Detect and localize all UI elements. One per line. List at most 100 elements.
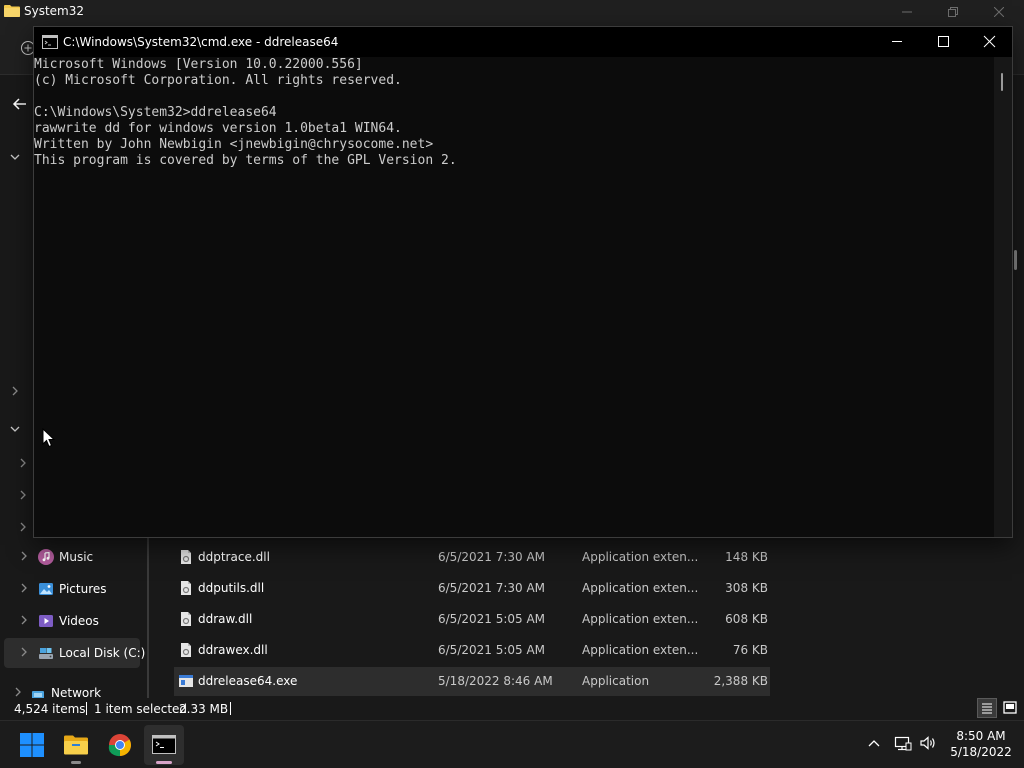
explorer-restore-button[interactable] bbox=[930, 2, 976, 24]
nav-item-label: Network bbox=[51, 686, 102, 698]
console-line: C:\Windows\System32>ddrelease64 bbox=[34, 105, 277, 120]
cmd-window: C:\Windows\System32\cmd.exe - ddrelease6… bbox=[34, 27, 1012, 537]
close-icon bbox=[983, 35, 996, 48]
close-icon bbox=[993, 6, 1005, 18]
cmd-maximize-button[interactable] bbox=[920, 27, 966, 57]
cmd-scrollbar[interactable] bbox=[994, 57, 1012, 537]
file-date: 5/18/2022 8:46 AM bbox=[438, 674, 553, 688]
nav-item-network[interactable]: Network bbox=[4, 678, 140, 698]
file-size: 76 KB bbox=[732, 643, 768, 657]
file-size: 308 KB bbox=[725, 581, 768, 595]
file-row-selected[interactable]: ddrelease64.exe 5/18/2022 8:46 AM Applic… bbox=[174, 667, 770, 696]
start-button[interactable] bbox=[12, 725, 52, 765]
file-row[interactable]: ddputils.dll 6/5/2021 7:30 AM Applicatio… bbox=[174, 574, 770, 603]
file-name: ddrawex.dll bbox=[198, 643, 268, 657]
dll-file-icon bbox=[181, 550, 191, 564]
videos-icon bbox=[39, 615, 53, 627]
file-row[interactable]: ddraw.dll 6/5/2021 5:05 AM Application e… bbox=[174, 605, 770, 634]
explorer-titlebar[interactable]: System32 bbox=[0, 0, 1024, 26]
running-indicator bbox=[71, 761, 81, 764]
chrome-taskbar-button[interactable] bbox=[100, 725, 140, 765]
nav-item-music[interactable]: Music bbox=[4, 542, 140, 572]
maximize-icon bbox=[938, 36, 949, 47]
cmd-titlebar[interactable]: C:\Windows\System32\cmd.exe - ddrelease6… bbox=[34, 27, 1012, 57]
details-view-icon bbox=[982, 703, 992, 714]
chevron-down-icon[interactable] bbox=[8, 150, 22, 164]
chevron-right-icon[interactable] bbox=[8, 384, 22, 398]
file-name: ddraw.dll bbox=[198, 612, 253, 626]
explorer-close-button[interactable] bbox=[976, 2, 1022, 24]
explorer-window-title: System32 bbox=[24, 4, 85, 18]
status-separator bbox=[230, 702, 231, 715]
dll-file-icon bbox=[181, 643, 191, 657]
folder-icon bbox=[4, 5, 20, 17]
file-name: ddptrace.dll bbox=[198, 550, 270, 564]
chevron-right-icon[interactable] bbox=[18, 646, 30, 658]
cmd-taskbar-button[interactable] bbox=[144, 725, 184, 765]
console-line: Microsoft Windows [Version 10.0.22000.55… bbox=[34, 57, 363, 72]
cmd-close-button[interactable] bbox=[966, 27, 1012, 57]
file-type: Application exten... bbox=[582, 643, 699, 657]
minimize-icon bbox=[892, 41, 902, 42]
restore-icon bbox=[948, 7, 958, 17]
file-row[interactable]: ddrawex.dll 6/5/2021 5:05 AM Application… bbox=[174, 636, 770, 665]
chevron-right-icon[interactable] bbox=[16, 456, 30, 470]
windows-logo-icon bbox=[20, 733, 44, 757]
network-icon bbox=[32, 691, 44, 698]
nav-item-videos[interactable]: Videos bbox=[4, 606, 140, 636]
chevron-right-icon[interactable] bbox=[16, 520, 30, 534]
chevron-right-icon[interactable] bbox=[18, 550, 30, 562]
explorer-minimize-button[interactable] bbox=[884, 2, 930, 24]
taskbar-clock-date[interactable]: 5/18/2022 bbox=[946, 745, 1016, 759]
console-line: (c) Microsoft Corporation. All rights re… bbox=[34, 73, 402, 88]
show-hidden-icons-chevron-up-icon[interactable] bbox=[866, 735, 882, 751]
dll-file-icon bbox=[181, 612, 191, 626]
dll-file-icon bbox=[181, 581, 191, 595]
chevron-right-icon[interactable] bbox=[16, 488, 30, 502]
volume-icon[interactable] bbox=[919, 735, 937, 751]
file-type: Application bbox=[582, 674, 650, 688]
explorer-scrollbar-thumb[interactable] bbox=[1014, 250, 1017, 270]
file-name: ddputils.dll bbox=[198, 581, 265, 595]
file-date: 6/5/2021 7:30 AM bbox=[438, 581, 546, 595]
minimize-icon bbox=[902, 11, 912, 13]
back-arrow-icon[interactable] bbox=[12, 96, 28, 112]
file-size: 148 KB bbox=[725, 550, 768, 564]
file-name: ddrelease64.exe bbox=[198, 674, 298, 688]
file-explorer-taskbar-button[interactable] bbox=[56, 725, 96, 765]
file-type: Application exten... bbox=[582, 581, 699, 595]
active-app-indicator bbox=[156, 761, 172, 764]
cmd-window-title: C:\Windows\System32\cmd.exe - ddrelease6… bbox=[63, 35, 339, 49]
nav-item-label: Music bbox=[59, 550, 94, 564]
cmd-console-output[interactable]: Microsoft Windows [Version 10.0.22000.55… bbox=[34, 57, 994, 537]
cmd-scrollbar-thumb[interactable] bbox=[1001, 73, 1003, 91]
nav-item-local-disk[interactable]: Local Disk (C:) bbox=[4, 638, 145, 668]
exe-file-icon bbox=[179, 675, 193, 687]
chevron-right-icon[interactable] bbox=[18, 582, 30, 594]
chrome-icon bbox=[108, 734, 131, 757]
nav-item-label: Pictures bbox=[59, 582, 107, 596]
file-type: Application exten... bbox=[582, 612, 699, 626]
pictures-icon bbox=[39, 583, 53, 595]
details-view-button[interactable] bbox=[977, 698, 997, 718]
nav-pane-splitter[interactable] bbox=[147, 538, 149, 698]
chevron-down-icon[interactable] bbox=[8, 422, 22, 436]
file-date: 6/5/2021 5:05 AM bbox=[438, 643, 546, 657]
mouse-pointer-icon bbox=[42, 428, 56, 448]
large-icons-view-icon bbox=[1003, 701, 1017, 714]
folder-icon bbox=[64, 735, 88, 755]
music-icon bbox=[38, 549, 54, 565]
network-status-icon[interactable] bbox=[894, 735, 912, 751]
chevron-right-icon[interactable] bbox=[18, 614, 30, 626]
file-size: 608 KB bbox=[725, 612, 768, 626]
chevron-right-icon[interactable] bbox=[12, 686, 24, 698]
file-row[interactable]: ddptrace.dll 6/5/2021 7:30 AM Applicatio… bbox=[174, 543, 770, 572]
status-separator bbox=[86, 702, 87, 715]
nav-item-pictures[interactable]: Pictures bbox=[4, 574, 140, 604]
file-type: Application exten... bbox=[582, 550, 699, 564]
cmd-minimize-button[interactable] bbox=[874, 27, 920, 57]
taskbar-clock-time[interactable]: 8:50 AM bbox=[946, 729, 1016, 743]
selected-size: 2.33 MB bbox=[179, 702, 229, 716]
cmd-icon bbox=[42, 35, 58, 49]
large-icons-view-button[interactable] bbox=[1000, 698, 1020, 718]
